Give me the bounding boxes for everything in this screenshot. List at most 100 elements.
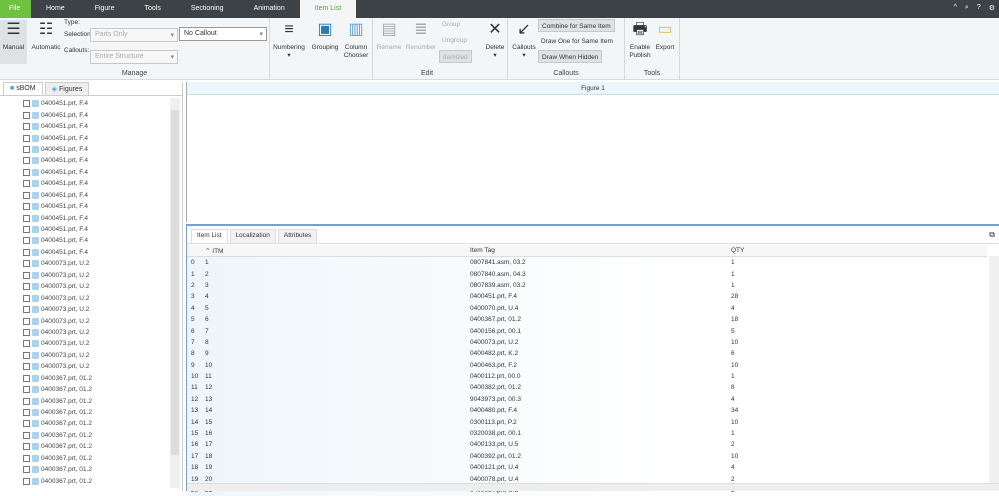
tab-sectioning[interactable]: Sectioning <box>176 0 239 18</box>
table-row[interactable]: 11 12 0400382.prt, 01.2 8 <box>187 382 987 394</box>
tree-item[interactable]: 0400073.prt, U.2 <box>0 270 171 281</box>
tree-item[interactable]: 0400451.prt, F.4 <box>0 212 171 223</box>
tree-item[interactable]: 0400451.prt, F.4 <box>0 247 171 258</box>
tree-item[interactable]: 0400451.prt, F.4 <box>0 167 171 178</box>
draw-hidden-button[interactable]: Draw When Hidden <box>538 50 603 63</box>
tree-item[interactable]: 0400073.prt, U.2 <box>0 292 171 303</box>
col-item-tag[interactable]: Item Tag <box>470 247 731 254</box>
checkbox[interactable] <box>23 203 30 211</box>
numbering-button[interactable]: ≡ Numbering ▾ <box>272 20 306 60</box>
col-itm[interactable]: ⌃ ITM <box>205 247 470 255</box>
settings-icon[interactable]: ⚙ <box>989 4 995 12</box>
table-row[interactable]: 15 16 0320038.prt, 00.1 1 <box>187 427 987 440</box>
tree-item[interactable]: 0400367.prt, 01.2 <box>0 475 171 486</box>
checkbox[interactable] <box>23 397 30 405</box>
tree-item[interactable]: 0400451.prt, F.4 <box>0 224 171 235</box>
horizontal-scrollbar[interactable] <box>187 483 999 491</box>
table-row[interactable]: 2 3 0807839.asm, 03.2 1 <box>187 279 987 292</box>
column-chooser-button[interactable]: ▥ Column Chooser <box>342 20 370 60</box>
tab-localization[interactable]: Localization <box>229 229 276 243</box>
tree-item[interactable]: 0400451.prt, F.4 <box>0 235 171 246</box>
callouts-button[interactable]: ↙ Callouts ▾ <box>511 20 537 60</box>
checkbox[interactable] <box>23 351 30 359</box>
checkbox[interactable] <box>23 386 30 394</box>
group-button[interactable]: Group <box>439 18 463 31</box>
checkbox[interactable] <box>23 168 30 176</box>
tab-item-list[interactable]: Item List <box>299 0 357 18</box>
scrollbar-thumb[interactable] <box>171 110 179 455</box>
checkbox[interactable] <box>23 145 30 153</box>
col-qty[interactable]: QTY <box>731 247 981 254</box>
table-row[interactable]: 17 18 0400392.prt, 01.2 10 <box>187 450 987 463</box>
checkbox[interactable] <box>23 420 30 428</box>
tree-item[interactable]: 0400367.prt, 01.2 <box>0 453 171 464</box>
tree-item[interactable]: 0400073.prt, U.2 <box>0 281 171 292</box>
checkbox[interactable] <box>23 328 30 336</box>
tab-figures[interactable]: ◈ Figures <box>44 82 90 95</box>
enable-publish-button[interactable]: 🖶 Enable Publish <box>627 20 653 60</box>
checkbox[interactable] <box>23 100 30 108</box>
checkbox[interactable] <box>23 317 30 325</box>
tree-item[interactable]: 0400367.prt, 01.2 <box>0 464 171 475</box>
checkbox[interactable] <box>23 294 30 302</box>
checkbox[interactable] <box>23 123 30 131</box>
checkbox[interactable] <box>23 214 30 222</box>
table-row[interactable]: 14 15 0300113.prt, P.2 10 <box>187 416 987 428</box>
minimize-ribbon-icon[interactable]: ^ <box>954 4 957 12</box>
checkbox[interactable] <box>23 111 30 119</box>
checkbox[interactable] <box>23 226 30 234</box>
checkbox[interactable] <box>23 409 30 417</box>
tree-item[interactable]: 0400451.prt, F.4 <box>0 201 171 212</box>
tab-item-list-view[interactable]: Item List <box>191 229 228 243</box>
table-row[interactable]: 3 4 0400451.prt, F.4 28 <box>187 291 987 303</box>
search-icon[interactable]: ⌕ <box>965 4 969 12</box>
tree-item[interactable]: 0400073.prt, U.2 <box>0 315 171 326</box>
figure-viewport[interactable]: Figure 1 <box>186 82 999 222</box>
grouping-button[interactable]: ▣ Grouping <box>310 20 340 52</box>
help-icon[interactable]: ? <box>977 4 981 12</box>
tree-item[interactable]: 0400451.prt, F.4 <box>0 178 171 189</box>
tree-item[interactable]: 0400451.prt, F.4 <box>0 98 171 109</box>
table-row[interactable]: 9 10 0400463.prt, F.2 10 <box>187 359 987 371</box>
tree-item[interactable]: 0400367.prt, 01.2 <box>0 441 171 452</box>
table-row[interactable]: 7 8 0400073.prt, U.2 10 <box>187 336 987 349</box>
checkbox[interactable] <box>23 134 30 142</box>
ungroup-button[interactable]: Ungroup <box>439 34 470 47</box>
tree-item[interactable]: 0400451.prt, F.4 <box>0 155 171 166</box>
selection-dropdown[interactable]: Parts Only ▾ <box>90 28 178 42</box>
table-row[interactable]: 10 11 0400112.prt, 00.0 1 <box>187 370 987 383</box>
tree-item[interactable]: 0400073.prt, U.2 <box>0 350 171 361</box>
tree-item[interactable]: 0400367.prt, 01.2 <box>0 418 171 429</box>
table-row[interactable]: 13 14 0400480.prt, F.4 34 <box>187 405 987 417</box>
checkbox[interactable] <box>23 271 30 279</box>
table-row[interactable]: 8 9 0400482.prt, K.2 6 <box>187 348 987 360</box>
draw-one-button[interactable]: Draw One for Same Item <box>538 35 616 48</box>
checkbox[interactable] <box>23 374 30 382</box>
checkbox[interactable] <box>23 248 30 256</box>
checkbox[interactable] <box>23 283 30 291</box>
checkbox[interactable] <box>23 477 30 485</box>
tree-scrollbar[interactable] <box>170 98 180 488</box>
table-row[interactable]: 18 19 0400121.prt, U.4 4 <box>187 462 987 474</box>
tab-sbom[interactable]: ■ sBOM <box>3 82 43 95</box>
export-button[interactable]: ▭ Export <box>653 20 677 52</box>
tab-file[interactable]: File <box>0 0 31 18</box>
callout-dropdown[interactable]: No Callout ▾ <box>179 27 267 41</box>
checkbox[interactable] <box>23 157 30 165</box>
tree-item[interactable]: 0400073.prt, U.2 <box>0 258 171 269</box>
checkbox[interactable] <box>23 180 30 188</box>
tree-item[interactable]: 0400451.prt, F.4 <box>0 109 171 120</box>
table-row[interactable]: 6 7 0400156.prt, 00.1 5 <box>187 325 987 337</box>
tree-item[interactable]: 0400073.prt, U.2 <box>0 304 171 315</box>
tab-tools[interactable]: Tools <box>130 0 176 18</box>
checkbox[interactable] <box>23 191 30 199</box>
manual-button[interactable]: ☰ Manual <box>0 20 27 64</box>
tree-item[interactable]: 0400451.prt, F.4 <box>0 121 171 132</box>
dock-icon[interactable]: ⧉ <box>989 230 995 240</box>
tree-item[interactable]: 0400367.prt, 01.2 <box>0 373 171 384</box>
checkbox[interactable] <box>23 260 30 268</box>
delete-button[interactable]: ✕ Delete ▾ <box>483 20 507 60</box>
tree-item[interactable]: 0400451.prt, F.4 <box>0 132 171 143</box>
table-row[interactable]: 12 13 9043973.prt, 00.3 4 <box>187 393 987 406</box>
tree-item[interactable]: 0400367.prt, 01.2 <box>0 395 171 406</box>
